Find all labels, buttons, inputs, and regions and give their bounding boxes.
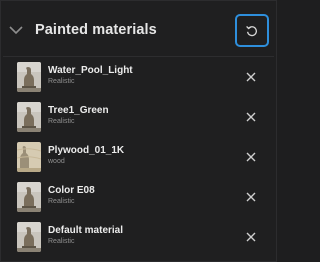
material-thumbnail — [17, 142, 41, 172]
material-name: Plywood_01_1K — [48, 145, 125, 156]
material-row-tree1-green[interactable]: Tree1_Green Realistic — [1, 97, 278, 137]
material-type: Realistic — [48, 238, 75, 245]
close-icon[interactable] — [244, 150, 258, 164]
material-type: Realistic — [48, 198, 75, 205]
close-icon[interactable] — [244, 230, 258, 244]
material-row-default-material[interactable]: Default material Realistic — [1, 217, 278, 257]
material-type: Realistic — [48, 78, 75, 85]
painted-materials-panel: Painted materials Water_Pool_Light Reali… — [0, 0, 277, 262]
close-icon[interactable] — [244, 190, 258, 204]
material-name: Color E08 — [48, 185, 95, 196]
panel-header[interactable]: Painted materials — [1, 1, 278, 59]
material-name: Default material — [48, 225, 124, 236]
close-icon[interactable] — [244, 110, 258, 124]
material-type: Realistic — [48, 118, 75, 125]
reset-button[interactable] — [235, 14, 269, 47]
material-row-plywood-01-1k[interactable]: Plywood_01_1K wood — [1, 137, 278, 177]
reset-icon — [246, 25, 257, 36]
chevron-down-icon[interactable] — [8, 23, 24, 37]
material-name: Water_Pool_Light — [48, 65, 133, 76]
material-row-water-pool-light[interactable]: Water_Pool_Light Realistic — [1, 57, 278, 97]
material-thumbnail — [17, 102, 41, 132]
material-thumbnail — [17, 62, 41, 92]
material-type: wood — [48, 158, 65, 165]
material-thumbnail — [17, 182, 41, 212]
panel-title: Painted materials — [35, 22, 157, 38]
close-icon[interactable] — [244, 70, 258, 84]
material-thumbnail — [17, 222, 41, 252]
material-row-color-e08[interactable]: Color E08 Realistic — [1, 177, 278, 217]
material-name: Tree1_Green — [48, 105, 109, 116]
